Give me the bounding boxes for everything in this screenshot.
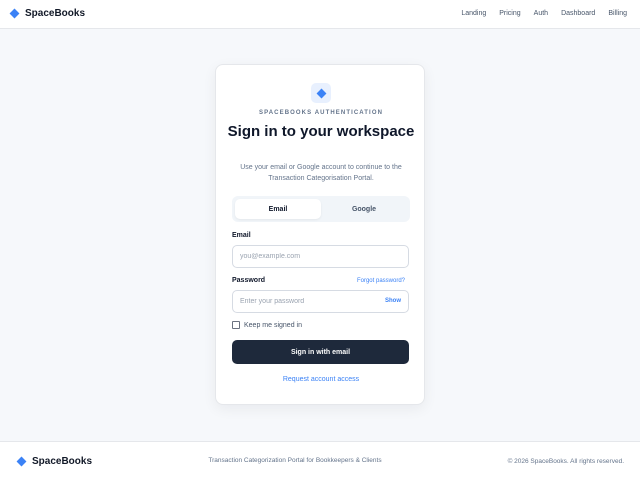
password-label: Password (232, 277, 266, 284)
main-nav: Landing Pricing Auth Dashboard Billing (461, 10, 627, 17)
password-field[interactable] (232, 290, 409, 313)
card-eyebrow: SPACEBOOKS AUTHENTICATION (258, 110, 384, 116)
page-title: Sign in to your workspace (227, 123, 415, 140)
brand-name: SpaceBooks (25, 8, 86, 19)
show-password-button[interactable]: Show (385, 298, 401, 304)
footer-copyright: © 2026 SpaceBooks. All rights reserved. (507, 458, 624, 465)
card-logo (311, 83, 331, 103)
tab-email[interactable]: Email (235, 199, 321, 219)
request-access-link[interactable]: Request account access (216, 376, 426, 383)
nav-link-dashboard[interactable]: Dashboard (561, 10, 595, 17)
email-label: Email (232, 232, 251, 239)
diamond-logo-icon (9, 8, 20, 19)
remember-me-checkbox[interactable] (232, 321, 240, 329)
diamond-logo-icon (316, 88, 326, 98)
sign-in-button[interactable]: Sign in with email (232, 340, 409, 364)
remember-me-label: Keep me signed in (244, 321, 302, 329)
card-subtitle: Use your email or Google account to cont… (240, 164, 402, 182)
remember-me-row: Keep me signed in (232, 321, 302, 329)
header-brand[interactable]: SpaceBooks (8, 8, 85, 19)
sign-in-card: SPACEBOOKS AUTHENTICATION Sign in to you… (215, 64, 425, 405)
nav-link-landing[interactable]: Landing (461, 10, 486, 17)
tab-google[interactable]: Google (321, 199, 407, 219)
email-field[interactable] (232, 245, 409, 268)
nav-link-pricing[interactable]: Pricing (499, 10, 520, 17)
footer-tagline: Transaction Categorization Portal for Bo… (208, 457, 382, 464)
nav-link-billing[interactable]: Billing (608, 10, 627, 17)
forgot-password-link[interactable]: Forgot password? (357, 278, 405, 284)
nav-link-auth[interactable]: Auth (534, 10, 548, 17)
auth-method-tabs: Email Google (232, 196, 410, 222)
